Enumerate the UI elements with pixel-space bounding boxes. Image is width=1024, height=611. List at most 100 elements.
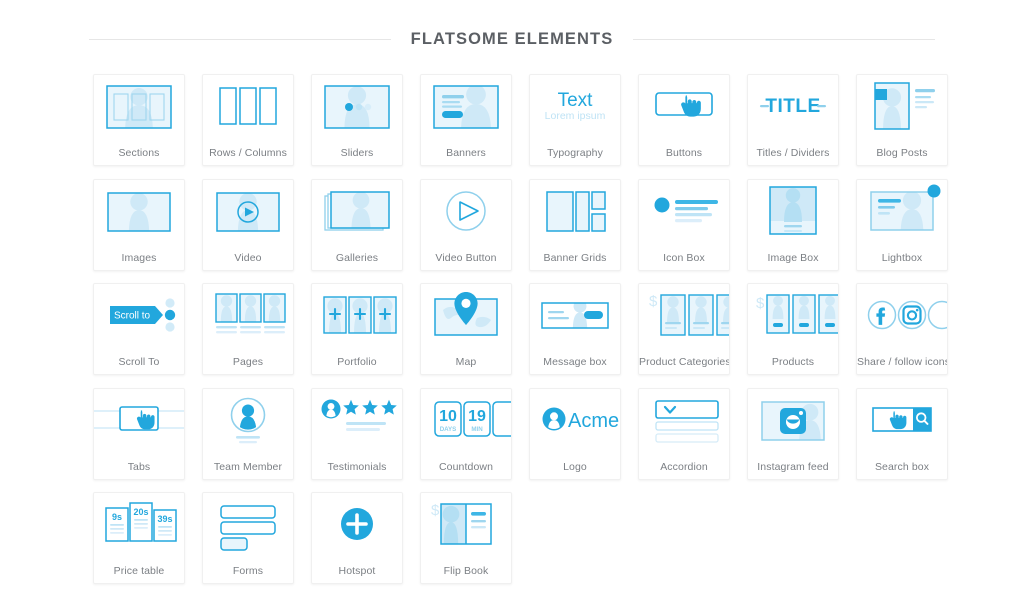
svg-text:9s: 9s bbox=[112, 512, 122, 522]
tile-label: Scroll To bbox=[118, 356, 160, 368]
tile-image-box[interactable]: Image Box bbox=[747, 178, 839, 271]
tile-portfolio[interactable]: Portfolio bbox=[311, 283, 403, 375]
svg-text:Lorem ipsum: Lorem ipsum bbox=[545, 110, 606, 122]
tile-label: Buttons bbox=[665, 147, 703, 159]
svg-text:39s: 39s bbox=[157, 514, 172, 524]
flip-book-icon: $ bbox=[421, 493, 511, 555]
page-title: FLATSOME ELEMENTS bbox=[410, 29, 614, 48]
tile-label: Sliders bbox=[340, 147, 374, 159]
tile-accordion[interactable]: Accordion bbox=[638, 387, 730, 480]
search-box-icon bbox=[857, 389, 947, 451]
typography-icon: Text Lorem ipsum bbox=[530, 75, 620, 137]
logo-icon: Acme bbox=[530, 389, 620, 451]
accordion-icon bbox=[639, 389, 729, 451]
tile-hotspot[interactable]: Hotspot bbox=[311, 492, 403, 584]
page-root: FLATSOME ELEMENTS Sections Rows / Column… bbox=[0, 0, 1024, 611]
tile-testimonials[interactable]: Testimonials bbox=[311, 387, 403, 480]
instagram-icon bbox=[748, 389, 838, 451]
icon-box-icon bbox=[639, 180, 729, 242]
svg-text:Scroll to: Scroll to bbox=[114, 311, 151, 322]
message-box-icon bbox=[530, 284, 620, 346]
tile-video-button[interactable]: Video Button bbox=[420, 178, 512, 271]
tile-images[interactable]: Images bbox=[93, 178, 185, 271]
galleries-icon bbox=[312, 180, 402, 242]
team-member-icon bbox=[203, 389, 293, 451]
banner-grids-icon bbox=[530, 180, 620, 242]
tile-label: Forms bbox=[232, 565, 264, 577]
svg-text:10: 10 bbox=[439, 408, 457, 425]
tile-message-box[interactable]: Message box bbox=[529, 283, 621, 375]
tile-search-box[interactable]: Search box bbox=[856, 387, 948, 480]
tile-scroll-to[interactable]: Scroll to Scroll To bbox=[93, 283, 185, 375]
tile-products[interactable]: $ Products bbox=[747, 283, 839, 375]
tile-banner-grids[interactable]: Banner Grids bbox=[529, 178, 621, 271]
products-icon: $ bbox=[748, 284, 838, 346]
svg-text:TITLE: TITLE bbox=[765, 96, 820, 117]
map-pin-icon bbox=[421, 284, 511, 346]
tile-label: Hotspot bbox=[338, 565, 376, 577]
svg-text:Acme: Acme bbox=[568, 410, 619, 432]
tile-lightbox[interactable]: Lightbox bbox=[856, 178, 948, 271]
tile-typography[interactable]: Text Lorem ipsum Typography bbox=[529, 74, 621, 166]
tile-label: Pages bbox=[232, 356, 264, 368]
tile-sliders[interactable]: Sliders bbox=[311, 74, 403, 166]
svg-text:19: 19 bbox=[468, 408, 486, 425]
tile-label: Banner Grids bbox=[543, 251, 607, 264]
tile-label: Search box bbox=[874, 460, 930, 473]
tile-label: Blog Posts bbox=[876, 147, 928, 159]
rows-columns-icon bbox=[203, 75, 293, 137]
portfolio-icon bbox=[312, 284, 402, 346]
tile-label: Lightbox bbox=[881, 251, 923, 264]
video-button-icon bbox=[421, 180, 511, 242]
tile-galleries[interactable]: Galleries bbox=[311, 178, 403, 271]
tile-label: Logo bbox=[563, 460, 587, 473]
svg-text:$: $ bbox=[649, 293, 658, 310]
tile-tabs[interactable]: Tabs bbox=[93, 387, 185, 480]
tile-team-member[interactable]: Team Member bbox=[202, 387, 294, 480]
tile-product-categories[interactable]: $ Product Categories bbox=[638, 283, 730, 375]
banners-icon bbox=[421, 75, 511, 137]
tile-sections[interactable]: Sections bbox=[93, 74, 185, 166]
tile-label: Banners bbox=[446, 147, 486, 159]
tile-label: Sections bbox=[118, 147, 160, 159]
tile-forms[interactable]: Forms bbox=[202, 492, 294, 584]
tile-label: Galleries bbox=[335, 251, 379, 264]
image-box-icon bbox=[748, 180, 838, 242]
tile-icon-box[interactable]: Icon Box bbox=[638, 178, 730, 271]
titles-dividers-icon: TITLE bbox=[748, 75, 838, 137]
sections-icon bbox=[94, 75, 184, 137]
tile-label: Countdown bbox=[438, 460, 494, 473]
tile-label: Titles / Dividers bbox=[756, 147, 830, 159]
tile-label: Price table bbox=[113, 565, 165, 577]
svg-text:$: $ bbox=[756, 295, 765, 312]
testimonials-icon bbox=[312, 389, 402, 451]
header-rule-right bbox=[633, 38, 936, 40]
tile-video[interactable]: Video bbox=[202, 178, 294, 271]
tile-label: Portfolio bbox=[337, 356, 377, 368]
tile-titles-dividers[interactable]: TITLE Titles / Dividers bbox=[747, 74, 839, 166]
tile-label: Flip Book bbox=[443, 565, 489, 577]
tile-price-table[interactable]: 9s 20s 39s Price table bbox=[93, 492, 185, 584]
tile-logo[interactable]: Acme Logo bbox=[529, 387, 621, 480]
tile-buttons[interactable]: Buttons bbox=[638, 74, 730, 166]
tile-label: Share / follow icons bbox=[857, 356, 948, 368]
tile-banners[interactable]: Banners bbox=[420, 74, 512, 166]
pages-icon bbox=[203, 284, 293, 346]
tile-countdown[interactable]: 10 DAYS 19 MIN Countdown bbox=[420, 387, 512, 480]
svg-text:MIN: MIN bbox=[471, 426, 483, 433]
tile-flip-book[interactable]: $ Flip Book bbox=[420, 492, 512, 584]
tile-label: Message box bbox=[543, 356, 607, 368]
scroll-to-icon: Scroll to bbox=[94, 284, 184, 346]
tile-map[interactable]: Map bbox=[420, 283, 512, 375]
tile-share-follow[interactable]: Share / follow icons bbox=[856, 283, 948, 375]
tile-blog-posts[interactable]: Blog Posts bbox=[856, 74, 948, 166]
tile-pages[interactable]: Pages bbox=[202, 283, 294, 375]
tile-label: Team Member bbox=[213, 460, 283, 473]
svg-text:$: $ bbox=[431, 502, 440, 519]
price-table-icon: 9s 20s 39s bbox=[94, 493, 184, 555]
tile-rows-columns[interactable]: Rows / Columns bbox=[202, 74, 294, 166]
tile-label: Video bbox=[234, 251, 262, 264]
tile-label: Typography bbox=[547, 147, 603, 159]
hotspot-icon bbox=[312, 493, 402, 555]
tile-instagram-feed[interactable]: Instagram feed bbox=[747, 387, 839, 480]
